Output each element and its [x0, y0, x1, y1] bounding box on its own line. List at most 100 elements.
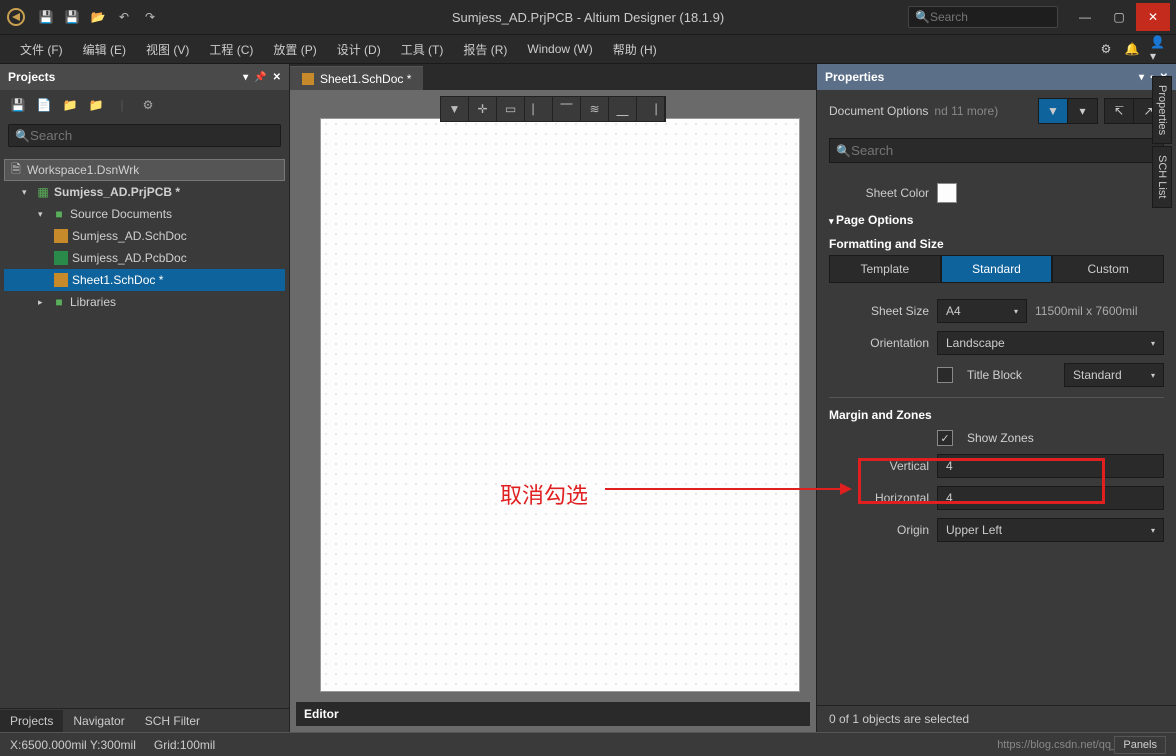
select-inside-icon[interactable]: ↸: [1104, 98, 1134, 124]
sidetab-properties[interactable]: Properties: [1152, 76, 1172, 144]
save-all-icon[interactable]: 💾: [64, 9, 80, 25]
align-left-icon[interactable]: ⎸: [525, 97, 553, 121]
properties-status: 0 of 1 objects are selected: [817, 705, 1176, 732]
format-segmented: Template Standard Custom: [829, 255, 1164, 283]
panel-close-icon[interactable]: ✕: [273, 72, 281, 83]
filter-icon[interactable]: ▼: [1038, 98, 1068, 124]
move-icon[interactable]: ✛: [469, 97, 497, 121]
menu-window[interactable]: Window (W): [517, 38, 602, 60]
chevron-down-icon[interactable]: ▾: [38, 209, 48, 220]
save-icon[interactable]: 💾: [38, 9, 54, 25]
align-right-icon[interactable]: ⎹: [637, 97, 665, 121]
chevron-right-icon[interactable]: ▸: [38, 297, 48, 308]
panels-button[interactable]: Panels: [1114, 736, 1166, 754]
sheet-dimensions: 11500mil x 7600mil: [1035, 304, 1138, 318]
vertical-input[interactable]: 4: [937, 454, 1164, 478]
search-icon: 🔍: [915, 10, 930, 24]
gear-icon[interactable]: ⚙: [140, 97, 156, 113]
tree-label: Sumjess_AD.PrjPCB *: [54, 185, 180, 199]
tab-projects[interactable]: Projects: [0, 710, 63, 732]
tree-pcbdoc[interactable]: Sumjess_AD.PcbDoc: [4, 247, 285, 269]
title-block-checkbox[interactable]: [937, 367, 953, 383]
tree-libraries[interactable]: ▸ ■ Libraries: [4, 291, 285, 313]
chevron-down-icon[interactable]: ▾: [22, 187, 32, 198]
redo-icon[interactable]: ↷: [142, 9, 158, 25]
project-icon: ▦: [36, 185, 50, 199]
gear-icon[interactable]: ⚙: [1098, 41, 1114, 57]
show-zones-checkbox[interactable]: [937, 430, 953, 446]
tree-label: Workspace1.DsnWrk: [27, 163, 139, 177]
menu-place[interactable]: 放置 (P): [263, 37, 326, 62]
tab-navigator[interactable]: Navigator: [63, 710, 134, 732]
filter-dropdown-icon[interactable]: ▾: [1068, 98, 1098, 124]
tree-workspace[interactable]: 🗎 Workspace1.DsnWrk: [4, 159, 285, 181]
orientation-select[interactable]: Landscape▾: [937, 331, 1164, 355]
tree-project[interactable]: ▾ ▦ Sumjess_AD.PrjPCB *: [4, 181, 285, 203]
menu-project[interactable]: 工程 (C): [199, 37, 263, 62]
sheet-viewport[interactable]: [296, 96, 810, 702]
projects-panel: Projects ▾ 📌 ✕ 💾 📄 📁 📁 | ⚙ 🔍 🗎 Workspace…: [0, 64, 290, 732]
tree-source-documents[interactable]: ▾ ■ Source Documents: [4, 203, 285, 225]
tree-sheet1[interactable]: Sheet1.SchDoc *: [4, 269, 285, 291]
horizontal-input[interactable]: 4: [937, 486, 1164, 510]
compile-icon[interactable]: 📄: [36, 97, 52, 113]
projects-search-input[interactable]: [30, 128, 274, 143]
schematic-sheet[interactable]: [320, 118, 800, 692]
user-icon[interactable]: 👤▾: [1150, 41, 1166, 57]
close-button[interactable]: ✕: [1136, 3, 1170, 31]
minimize-button[interactable]: —: [1068, 3, 1102, 31]
divider: [829, 397, 1164, 398]
properties-body: Sheet Color Page Options Formatting and …: [817, 169, 1176, 705]
sidetab-schlist[interactable]: SCH List: [1152, 146, 1172, 207]
title-block-select[interactable]: Standard▾: [1064, 363, 1164, 387]
align-top-icon[interactable]: ⎺: [553, 97, 581, 121]
seg-custom[interactable]: Custom: [1052, 255, 1164, 283]
document-tabs: Sheet1.SchDoc *: [290, 64, 816, 90]
vertical-label: Vertical: [829, 459, 929, 473]
sheet-color-swatch[interactable]: [937, 183, 957, 203]
panel-dropdown-icon[interactable]: ▾: [1139, 72, 1144, 83]
editor-region: Sheet1.SchDoc * ▼ ✛ ▭ ⎸ ⎺ ≋ ⎽ ⎹ Editor: [290, 64, 816, 732]
menu-design[interactable]: 设计 (D): [327, 37, 391, 62]
panel-dropdown-icon[interactable]: ▾: [243, 72, 248, 83]
tab-sch-filter[interactable]: SCH Filter: [135, 710, 210, 732]
menu-view[interactable]: 视图 (V): [136, 37, 199, 62]
folder-gear-icon[interactable]: 📁: [88, 97, 104, 113]
menu-help[interactable]: 帮助 (H): [603, 37, 667, 62]
panel-pin-icon[interactable]: 📌: [254, 72, 266, 83]
sheet-size-label: Sheet Size: [829, 304, 929, 318]
open-icon[interactable]: 📂: [90, 9, 106, 25]
save-project-icon[interactable]: 💾: [10, 97, 26, 113]
editor-mode-tab[interactable]: Editor: [296, 702, 810, 726]
quick-access-toolbar: 💾 💾 📂 ↶ ↷: [38, 9, 158, 25]
bell-icon[interactable]: 🔔: [1124, 41, 1140, 57]
document-tab-sheet1[interactable]: Sheet1.SchDoc *: [290, 66, 423, 90]
workspace-icon: 🗎: [9, 163, 23, 177]
folder-icon: ■: [52, 295, 66, 309]
select-icon[interactable]: ▭: [497, 97, 525, 121]
properties-search[interactable]: 🔍: [829, 138, 1164, 163]
undo-icon[interactable]: ↶: [116, 9, 132, 25]
align-bottom-icon[interactable]: ⎽: [609, 97, 637, 121]
page-options-header[interactable]: Page Options: [829, 213, 1164, 227]
maximize-button[interactable]: ▢: [1102, 3, 1136, 31]
folder-icon[interactable]: 📁: [62, 97, 78, 113]
distribute-icon[interactable]: ≋: [581, 97, 609, 121]
properties-search-input[interactable]: [851, 143, 1157, 158]
annotation-arrow: [605, 488, 850, 490]
menu-edit[interactable]: 编辑 (E): [73, 37, 136, 62]
menu-tools[interactable]: 工具 (T): [391, 37, 454, 62]
global-search-input[interactable]: [930, 10, 1051, 24]
tree-schdoc[interactable]: Sumjess_AD.SchDoc: [4, 225, 285, 247]
tab-label: Sheet1.SchDoc *: [320, 72, 411, 86]
seg-template[interactable]: Template: [829, 255, 941, 283]
global-search[interactable]: 🔍: [908, 6, 1058, 28]
menu-file[interactable]: 文件 (F): [10, 37, 73, 62]
sheet-size-select[interactable]: A4▾: [937, 299, 1027, 323]
projects-search[interactable]: 🔍: [8, 124, 281, 147]
filter-icon[interactable]: ▼: [441, 97, 469, 121]
sheet-color-label: Sheet Color: [829, 186, 929, 200]
menu-report[interactable]: 报告 (R): [453, 37, 517, 62]
seg-standard[interactable]: Standard: [941, 255, 1053, 283]
origin-select[interactable]: Upper Left▾: [937, 518, 1164, 542]
